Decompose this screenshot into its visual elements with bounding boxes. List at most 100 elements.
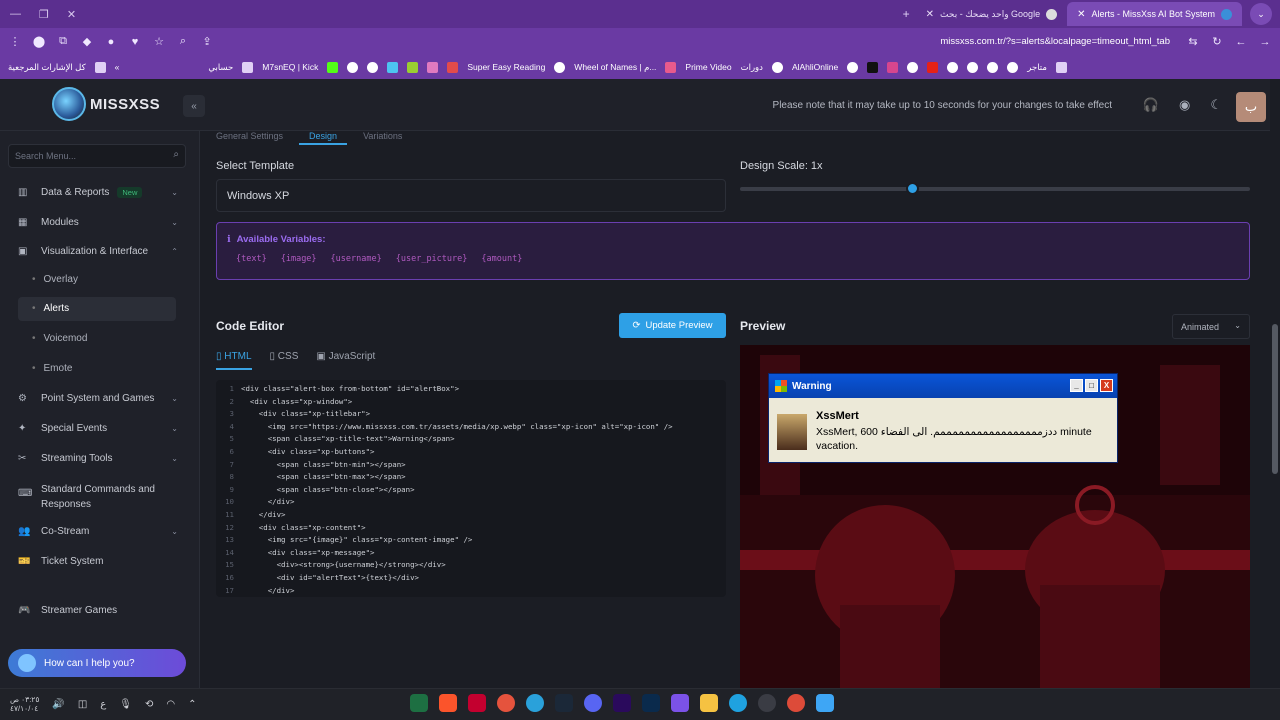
bookmark-icon[interactable]	[987, 61, 999, 73]
clock-app-icon[interactable]	[758, 694, 776, 712]
sidebar-item-standard-commands[interactable]: ⌨ Standard Commands and Responses	[18, 482, 180, 512]
template-select[interactable]: Windows XP	[216, 179, 726, 212]
share-icon[interactable]: ⇪	[200, 35, 214, 49]
bookmark-icon[interactable]	[347, 61, 359, 73]
sidebar-item-co-stream[interactable]: 👥 Co-Stream ⌄	[18, 526, 180, 537]
volume-icon[interactable]: 🔊	[52, 699, 64, 710]
site-settings-icon[interactable]: ⇆	[1186, 35, 1200, 49]
headset-icon[interactable]: 🎧	[1143, 97, 1159, 113]
variable-chip[interactable]: {text}	[236, 254, 267, 264]
zoom-icon[interactable]: ⌕	[176, 35, 190, 49]
maximize-icon[interactable]: □	[1085, 379, 1098, 392]
sidebar-item-ticket-system[interactable]: 🎫 Ticket System	[18, 556, 180, 567]
close-tab-icon[interactable]: ✕	[1077, 9, 1085, 20]
browser-tab-google[interactable]: ✕ واحد يضحك - بحث Google	[916, 2, 1067, 26]
minimize-icon[interactable]: _	[1070, 379, 1083, 392]
tab-html[interactable]: ▯ HTML	[216, 351, 252, 370]
avatar[interactable]: ب	[1236, 92, 1266, 122]
sidebar-subitem-emote[interactable]: Emote	[32, 363, 73, 374]
extension-icon[interactable]: ⬤	[32, 35, 46, 49]
puzzle-icon[interactable]: ⧉	[56, 35, 70, 49]
animation-select[interactable]: Animated ⌄	[1172, 314, 1250, 339]
sidebar-subitem-voicemod[interactable]: Voicemod	[32, 333, 88, 344]
telegram-icon[interactable]	[526, 694, 544, 712]
microphone-icon[interactable]: 🎙	[119, 699, 132, 710]
update-preview-button[interactable]: ⟳ Update Preview	[619, 313, 726, 338]
premiere-icon[interactable]	[613, 694, 631, 712]
discord-icon[interactable]	[584, 694, 602, 712]
app-icon[interactable]	[497, 694, 515, 712]
discord-icon[interactable]: ◉	[1179, 97, 1190, 113]
close-tab-icon[interactable]: ✕	[926, 9, 934, 20]
wifi-icon[interactable]: ◠	[166, 699, 175, 710]
instagram-icon[interactable]	[887, 61, 899, 73]
bookmark-prime-video[interactable]: Prime Video	[685, 62, 731, 72]
network-icon[interactable]: ◫	[78, 699, 87, 710]
chevron-up-icon[interactable]: ⌃	[188, 699, 196, 710]
bookmark-courses[interactable]: دورات	[741, 62, 763, 73]
photoshop-icon[interactable]	[642, 694, 660, 712]
steam-icon[interactable]	[555, 694, 573, 712]
close-icon[interactable]: X	[1100, 379, 1113, 392]
search-icon[interactable]: ⌕	[173, 149, 179, 160]
extension-icon[interactable]: ◆	[80, 35, 94, 49]
code-editor[interactable]: 1 <div class="alert-box from-bottom" id="…	[216, 380, 726, 597]
new-tab-button[interactable]: +	[897, 7, 916, 21]
sync-icon[interactable]: ⟲	[145, 699, 153, 710]
minimize-icon[interactable]: —	[10, 8, 21, 21]
bookmark-alahli[interactable]: AlAhliOnline	[792, 62, 838, 72]
bookmark-icon[interactable]	[427, 61, 439, 73]
sidebar-item-special-events[interactable]: ✦ Special Events ⌄	[18, 423, 180, 434]
bookmark-icon[interactable]	[771, 61, 783, 73]
chrome-icon[interactable]	[787, 694, 805, 712]
logo[interactable]: MISSXSS	[52, 87, 160, 121]
sidebar-item-data-reports[interactable]: ▥ Data & Reports New ⌄	[18, 187, 180, 198]
bookmark-stores[interactable]: متاجر	[1027, 62, 1047, 73]
scrollbar-thumb[interactable]	[1272, 324, 1278, 474]
variable-chip[interactable]: {username}	[331, 254, 382, 264]
tab-css[interactable]: ▯ CSS	[270, 351, 299, 370]
back-icon[interactable]: →	[1258, 35, 1272, 49]
sidebar-item-streaming-tools[interactable]: ✂ Streaming Tools ⌄	[18, 453, 180, 464]
page-scrollbar[interactable]	[1270, 79, 1280, 688]
bookmark-account[interactable]: حسابي	[208, 62, 233, 73]
bookmark-kick[interactable]: M7snEQ | Kick	[262, 62, 318, 72]
folder-icon[interactable]	[700, 694, 718, 712]
bookmark-icon[interactable]	[407, 61, 419, 73]
windows-start-icon[interactable]	[816, 694, 834, 712]
sidebar-item-modules[interactable]: ▦ Modules ⌄	[18, 217, 180, 228]
slider-handle[interactable]	[906, 182, 919, 195]
youtube-icon[interactable]	[927, 61, 939, 73]
bookmark-icon[interactable]	[907, 61, 919, 73]
clock[interactable]: ٠٣:٢٥ ص ٤٧/١٠/٠٤	[10, 695, 39, 713]
collapse-sidebar-button[interactable]: «	[183, 95, 205, 117]
search-input[interactable]: Search Menu... ⌕	[8, 144, 186, 168]
moon-icon[interactable]: ☾	[1210, 97, 1222, 113]
brave-icon[interactable]	[439, 694, 457, 712]
design-scale-slider[interactable]	[740, 182, 1250, 195]
tab-variations[interactable]: Variations	[363, 131, 402, 145]
app-icon[interactable]	[671, 694, 689, 712]
browser-tab-alerts[interactable]: ✕ Alerts - MissXss AI Bot System	[1067, 2, 1242, 26]
menu-dots-icon[interactable]: ⋮	[8, 35, 22, 49]
tab-general-settings[interactable]: General Settings	[216, 131, 283, 145]
close-window-icon[interactable]: ✕	[67, 8, 76, 21]
forward-icon[interactable]: ←	[1234, 35, 1248, 49]
restore-icon[interactable]: ❐	[39, 8, 49, 21]
bookmark-icon[interactable]	[847, 61, 859, 73]
variable-chip[interactable]: {user_picture}	[396, 254, 468, 264]
sidebar-item-visualization[interactable]: ▣ Visualization & Interface ⌃	[18, 246, 180, 257]
sidebar-subitem-alerts[interactable]: Alerts	[18, 297, 176, 321]
angular-icon[interactable]	[468, 694, 486, 712]
language-icon[interactable]: ع	[100, 699, 106, 710]
edge-icon[interactable]	[729, 694, 747, 712]
variable-chip[interactable]: {image}	[281, 254, 317, 264]
bookmark-icon[interactable]	[367, 61, 379, 73]
reload-icon[interactable]: ↻	[1210, 35, 1224, 49]
bookmark-star-icon[interactable]: ☆	[152, 35, 166, 49]
help-chat-button[interactable]: How can I help you?	[8, 649, 186, 677]
extension-icon[interactable]: ♥	[128, 35, 142, 49]
url-field[interactable]: missxss.com.tr/?s=alerts&localpage=timeo…	[224, 36, 1176, 47]
sidebar-item-point-system[interactable]: ⚙ Point System and Games ⌄	[18, 393, 180, 404]
variable-chip[interactable]: {amount}	[481, 254, 522, 264]
